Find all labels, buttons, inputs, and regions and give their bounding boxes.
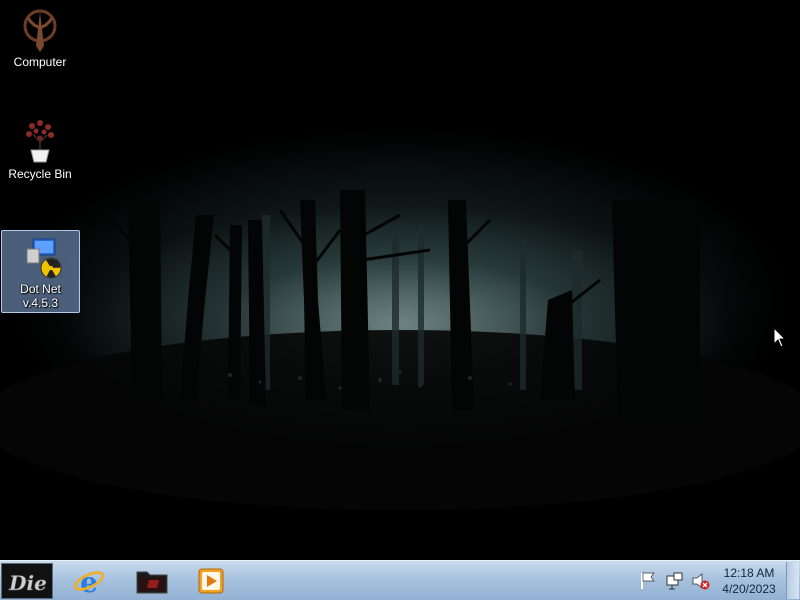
dark-folder-icon xyxy=(136,571,168,594)
taskbar-folder-button[interactable] xyxy=(127,564,175,598)
clock-time: 12:18 AM xyxy=(723,566,775,580)
desktop[interactable]: Computer Recycle Bin Dot Net v.4.5.3 xyxy=(0,0,800,560)
desktop-icon-label-line2: v.4.5.3 xyxy=(22,296,59,310)
ie-icon: e xyxy=(73,566,105,596)
volume-button[interactable] xyxy=(691,570,711,592)
dotnet-installer-icon xyxy=(26,238,61,279)
desktop-icon-recycle-bin[interactable]: Recycle Bin xyxy=(1,118,79,188)
taskbar: Die e 12:18 AM 4/20/2023 xyxy=(0,560,800,600)
media-player-icon xyxy=(198,568,224,594)
desktop-icon-computer[interactable]: Computer xyxy=(1,6,79,76)
desktop-icon-label: Computer xyxy=(13,55,67,69)
quake-logo-icon xyxy=(23,9,57,52)
clock-date: 4/20/2023 xyxy=(722,582,776,596)
desktop-icon-label-line1: Dot Net xyxy=(20,282,61,296)
action-center-button[interactable] xyxy=(638,570,658,592)
start-orb-icon: Die xyxy=(8,571,47,596)
start-button[interactable]: Die xyxy=(1,563,53,599)
volume-muted-icon xyxy=(692,573,710,590)
taskbar-ie-button[interactable]: e xyxy=(65,564,113,598)
taskbar-media-player-button[interactable] xyxy=(188,564,236,598)
action-center-flag-icon xyxy=(641,572,655,589)
svg-text:Die: Die xyxy=(8,571,47,595)
show-desktop-button[interactable] xyxy=(786,562,799,599)
taskbar-clock[interactable]: 12:18 AM 4/20/2023 xyxy=(712,565,786,597)
svg-text:e: e xyxy=(80,566,98,596)
desktop-icon-label: Recycle Bin xyxy=(8,167,72,181)
network-icon xyxy=(666,572,683,590)
mouse-pointer-icon xyxy=(773,327,787,348)
forest-wallpaper xyxy=(0,190,800,510)
potted-plant-icon xyxy=(26,120,54,163)
desktop-icon-dotnet[interactable]: Dot Net v.4.5.3 xyxy=(1,230,80,313)
network-button[interactable] xyxy=(665,570,685,592)
